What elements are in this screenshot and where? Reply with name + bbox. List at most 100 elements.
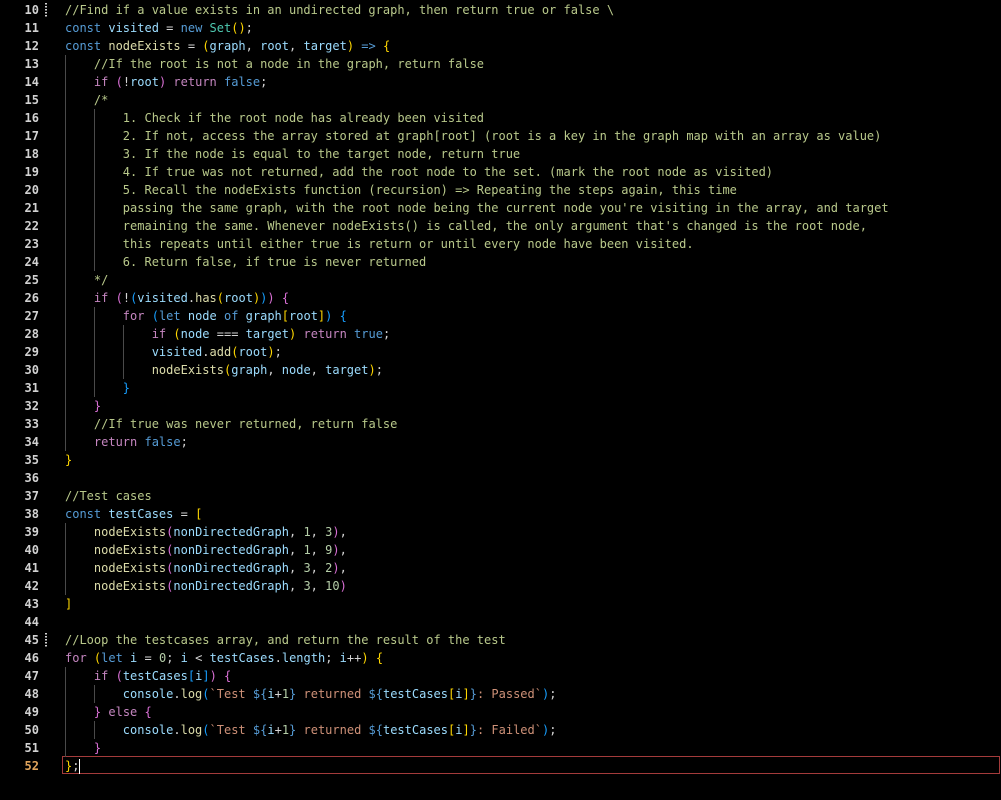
- code-text[interactable]: 3. If the node is equal to the target no…: [65, 145, 520, 163]
- code-line[interactable]: 12 const nodeExists = (graph, root, targe…: [0, 37, 1001, 55]
- line-number[interactable]: 36: [0, 469, 39, 487]
- code-text[interactable]: nodeExists(nonDirectedGraph, 3, 2),: [65, 559, 347, 577]
- code-line[interactable]: 37 //Test cases: [0, 487, 1001, 505]
- code-line[interactable]: 18 3. If the node is equal to the target…: [0, 145, 1001, 163]
- code-line[interactable]: 40 nodeExists(nonDirectedGraph, 1, 9),: [0, 541, 1001, 559]
- code-text[interactable]: nodeExists(nonDirectedGraph, 1, 9),: [65, 541, 347, 559]
- line-number[interactable]: 22: [0, 217, 39, 235]
- code-line[interactable]: 19 4. If true was not returned, add the …: [0, 163, 1001, 181]
- code-text[interactable]: 2. If not, access the array stored at gr…: [65, 127, 882, 145]
- line-number[interactable]: 40: [0, 541, 39, 559]
- line-number[interactable]: 32: [0, 397, 39, 415]
- code-line[interactable]: 15 /*: [0, 91, 1001, 109]
- code-text[interactable]: console.log(`Test ${i+1} returned ${test…: [65, 721, 557, 739]
- code-line[interactable]: 45 //Loop the testcases array, and return…: [0, 631, 1001, 649]
- line-number[interactable]: 25: [0, 271, 39, 289]
- code-text[interactable]: //If true was never returned, return fal…: [65, 415, 397, 433]
- code-line[interactable]: 44: [0, 613, 1001, 631]
- line-number[interactable]: 14: [0, 73, 39, 91]
- code-line[interactable]: 27 for (let node of graph[root]) {: [0, 307, 1001, 325]
- line-number[interactable]: 17: [0, 127, 39, 145]
- code-line[interactable]: 17 2. If not, access the array stored at…: [0, 127, 1001, 145]
- code-line[interactable]: 39 nodeExists(nonDirectedGraph, 1, 3),: [0, 523, 1001, 541]
- code-line[interactable]: 42 nodeExists(nonDirectedGraph, 3, 10): [0, 577, 1001, 595]
- code-text[interactable]: 6. Return false, if true is never return…: [65, 253, 426, 271]
- line-number[interactable]: 30: [0, 361, 39, 379]
- code-line[interactable]: 32 }: [0, 397, 1001, 415]
- line-number[interactable]: 11: [0, 19, 39, 37]
- line-number[interactable]: 46: [0, 649, 39, 667]
- code-line[interactable]: 51 }: [0, 739, 1001, 757]
- code-text[interactable]: nodeExists(nonDirectedGraph, 1, 3),: [65, 523, 347, 541]
- code-text[interactable]: nodeExists(nonDirectedGraph, 3, 10): [65, 577, 347, 595]
- code-line[interactable]: 43]: [0, 595, 1001, 613]
- code-line[interactable]: 16 1. Check if the root node has already…: [0, 109, 1001, 127]
- code-text[interactable]: for (let i = 0; i < testCases.length; i+…: [65, 649, 383, 667]
- line-number[interactable]: 49: [0, 703, 39, 721]
- code-text[interactable]: /*: [65, 91, 108, 109]
- line-number[interactable]: 52: [0, 757, 39, 775]
- code-text[interactable]: visited.add(root);: [65, 343, 282, 361]
- line-number[interactable]: 10: [0, 1, 39, 19]
- code-text[interactable]: if (!(visited.has(root))) {: [65, 289, 289, 307]
- code-editor[interactable]: 10 //Find if a value exists in an undirec…: [0, 0, 1001, 800]
- code-text[interactable]: const nodeExists = (graph, root, target)…: [65, 37, 390, 55]
- line-number[interactable]: 37: [0, 487, 39, 505]
- line-number[interactable]: 48: [0, 685, 39, 703]
- code-line[interactable]: 20 5. Recall the nodeExists function (re…: [0, 181, 1001, 199]
- line-number[interactable]: 15: [0, 91, 39, 109]
- code-line[interactable]: 28 if (node === target) return true;: [0, 325, 1001, 343]
- code-text[interactable]: const visited = new Set();: [65, 19, 253, 37]
- code-text[interactable]: if (!root) return false;: [65, 73, 267, 91]
- git-change-marker[interactable]: [45, 633, 47, 647]
- code-text[interactable]: this repeats until either true is return…: [65, 235, 694, 253]
- code-text[interactable]: if (testCases[i]) {: [65, 667, 231, 685]
- code-line[interactable]: 14 if (!root) return false;: [0, 73, 1001, 91]
- code-line[interactable]: 11 const visited = new Set();: [0, 19, 1001, 37]
- code-text[interactable]: 1. Check if the root node has already be…: [65, 109, 484, 127]
- line-number[interactable]: 27: [0, 307, 39, 325]
- code-text[interactable]: //If the root is not a node in the graph…: [65, 55, 484, 73]
- line-number[interactable]: 31: [0, 379, 39, 397]
- code-line[interactable]: 10 //Find if a value exists in an undirec…: [0, 1, 1001, 19]
- line-number[interactable]: 23: [0, 235, 39, 253]
- line-number[interactable]: 47: [0, 667, 39, 685]
- code-text[interactable]: for (let node of graph[root]) {: [65, 307, 347, 325]
- code-line[interactable]: 21 passing the same graph, with the root…: [0, 199, 1001, 217]
- code-text[interactable]: ]: [65, 595, 72, 613]
- line-number[interactable]: 38: [0, 505, 39, 523]
- line-number[interactable]: 42: [0, 577, 39, 595]
- line-number[interactable]: 50: [0, 721, 39, 739]
- line-number[interactable]: 19: [0, 163, 39, 181]
- code-text[interactable]: return false;: [65, 433, 188, 451]
- line-number[interactable]: 24: [0, 253, 39, 271]
- line-number[interactable]: 21: [0, 199, 39, 217]
- code-text[interactable]: 4. If true was not returned, add the roo…: [65, 163, 773, 181]
- line-number[interactable]: 34: [0, 433, 39, 451]
- code-line[interactable]: 41 nodeExists(nonDirectedGraph, 3, 2),: [0, 559, 1001, 577]
- line-number[interactable]: 44: [0, 613, 39, 631]
- code-text[interactable]: }: [65, 451, 72, 469]
- code-line[interactable]: 33 //If true was never returned, return …: [0, 415, 1001, 433]
- code-line[interactable]: 29 visited.add(root);: [0, 343, 1001, 361]
- line-number[interactable]: 33: [0, 415, 39, 433]
- code-text[interactable]: passing the same graph, with the root no…: [65, 199, 889, 217]
- code-text[interactable]: */: [65, 271, 108, 289]
- line-number[interactable]: 20: [0, 181, 39, 199]
- line-number[interactable]: 35: [0, 451, 39, 469]
- line-number[interactable]: 12: [0, 37, 39, 55]
- line-number[interactable]: 13: [0, 55, 39, 73]
- code-text[interactable]: 5. Recall the nodeExists function (recur…: [65, 181, 737, 199]
- code-line[interactable]: 35}: [0, 451, 1001, 469]
- line-number[interactable]: 29: [0, 343, 39, 361]
- code-line[interactable]: 23 this repeats until either true is ret…: [0, 235, 1001, 253]
- code-text[interactable]: const testCases = [: [65, 505, 202, 523]
- line-number[interactable]: 39: [0, 523, 39, 541]
- code-line[interactable]: 31 }: [0, 379, 1001, 397]
- code-line[interactable]: 13 //If the root is not a node in the gr…: [0, 55, 1001, 73]
- code-text[interactable]: }: [65, 397, 101, 415]
- code-text[interactable]: console.log(`Test ${i+1} returned ${test…: [65, 685, 557, 703]
- code-line[interactable]: 36: [0, 469, 1001, 487]
- line-number[interactable]: 41: [0, 559, 39, 577]
- code-line[interactable]: 22 remaining the same. Whenever nodeExis…: [0, 217, 1001, 235]
